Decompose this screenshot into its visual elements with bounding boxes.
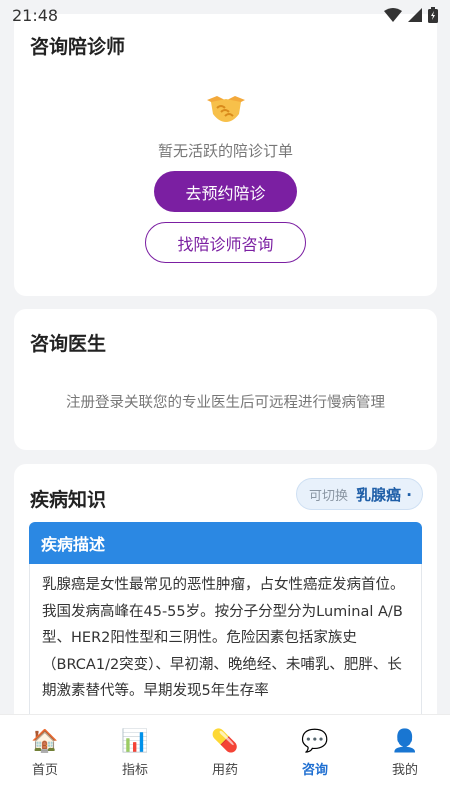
tab-home[interactable]: 🏠 首页: [0, 715, 90, 800]
escort-card-title: 咨询陪诊师: [30, 36, 126, 58]
user-icon: 👤: [391, 729, 419, 754]
disease-description-header: 疾病描述: [29, 522, 422, 564]
wifi-icon: [384, 8, 402, 22]
status-time: 21:48: [12, 5, 59, 25]
book-escort-button[interactable]: 去预约陪诊: [154, 171, 297, 212]
tab-label: 指标: [121, 763, 148, 778]
escort-empty-text: 暂无活跃的陪诊订单: [157, 142, 293, 160]
disease-switch-label: 可切换: [309, 488, 349, 504]
disease-description-text: 乳腺癌是女性最常见的恶性肿瘤，占女性癌症发病首位。我国发病高峰在45-55岁。按…: [29, 564, 422, 714]
signal-icon: [408, 8, 422, 22]
consult-escort-button[interactable]: 找陪诊师咨询: [145, 222, 306, 263]
tab-indicators[interactable]: 📊 指标: [90, 715, 180, 800]
tab-profile[interactable]: 👤 我的: [360, 715, 450, 800]
chat-icon: 💬: [301, 729, 329, 754]
knowledge-card-title: 疾病知识: [30, 489, 107, 511]
doctor-card: 咨询医生 注册登录关联您的专业医生后可远程进行慢病管理: [14, 309, 437, 450]
tab-label: 首页: [31, 763, 58, 778]
handshake-icon: [207, 96, 245, 122]
tab-label: 咨询: [301, 763, 328, 778]
doctor-card-title: 咨询医生: [30, 333, 107, 355]
disease-switch-value: 乳腺癌 ·: [356, 485, 412, 504]
tab-label: 用药: [211, 763, 238, 778]
tab-medication[interactable]: 💊 用药: [180, 715, 270, 800]
disease-switch[interactable]: 可切换 乳腺癌 ·: [296, 478, 423, 510]
bottom-tab-bar: 🏠 首页 📊 指标 💊 用药 💬 咨询 👤 我的: [0, 714, 450, 800]
home-icon: 🏠: [31, 729, 59, 754]
escort-card: 咨询陪诊师 暂无活跃的陪诊订单 去预约陪诊 找陪诊师咨询: [14, 14, 437, 296]
tab-consult[interactable]: 💬 咨询: [270, 715, 360, 800]
main-scroll-area[interactable]: 咨询陪诊师 暂无活跃的陪诊订单 去预约陪诊 找陪诊师咨询 咨询医生 注册登录关联…: [0, 0, 450, 714]
pill-icon: 💊: [211, 729, 239, 754]
chart-icon: 📊: [121, 729, 149, 754]
battery-icon: [428, 7, 438, 23]
tab-label: 我的: [391, 763, 418, 778]
knowledge-card: 疾病知识 可切换 乳腺癌 · 疾病描述 乳腺癌是女性最常见的恶性肿瘤，占女性癌症…: [14, 464, 437, 714]
status-bar: 21:48: [0, 0, 450, 30]
doctor-empty-text: 注册登录关联您的专业医生后可远程进行慢病管理: [66, 395, 385, 411]
